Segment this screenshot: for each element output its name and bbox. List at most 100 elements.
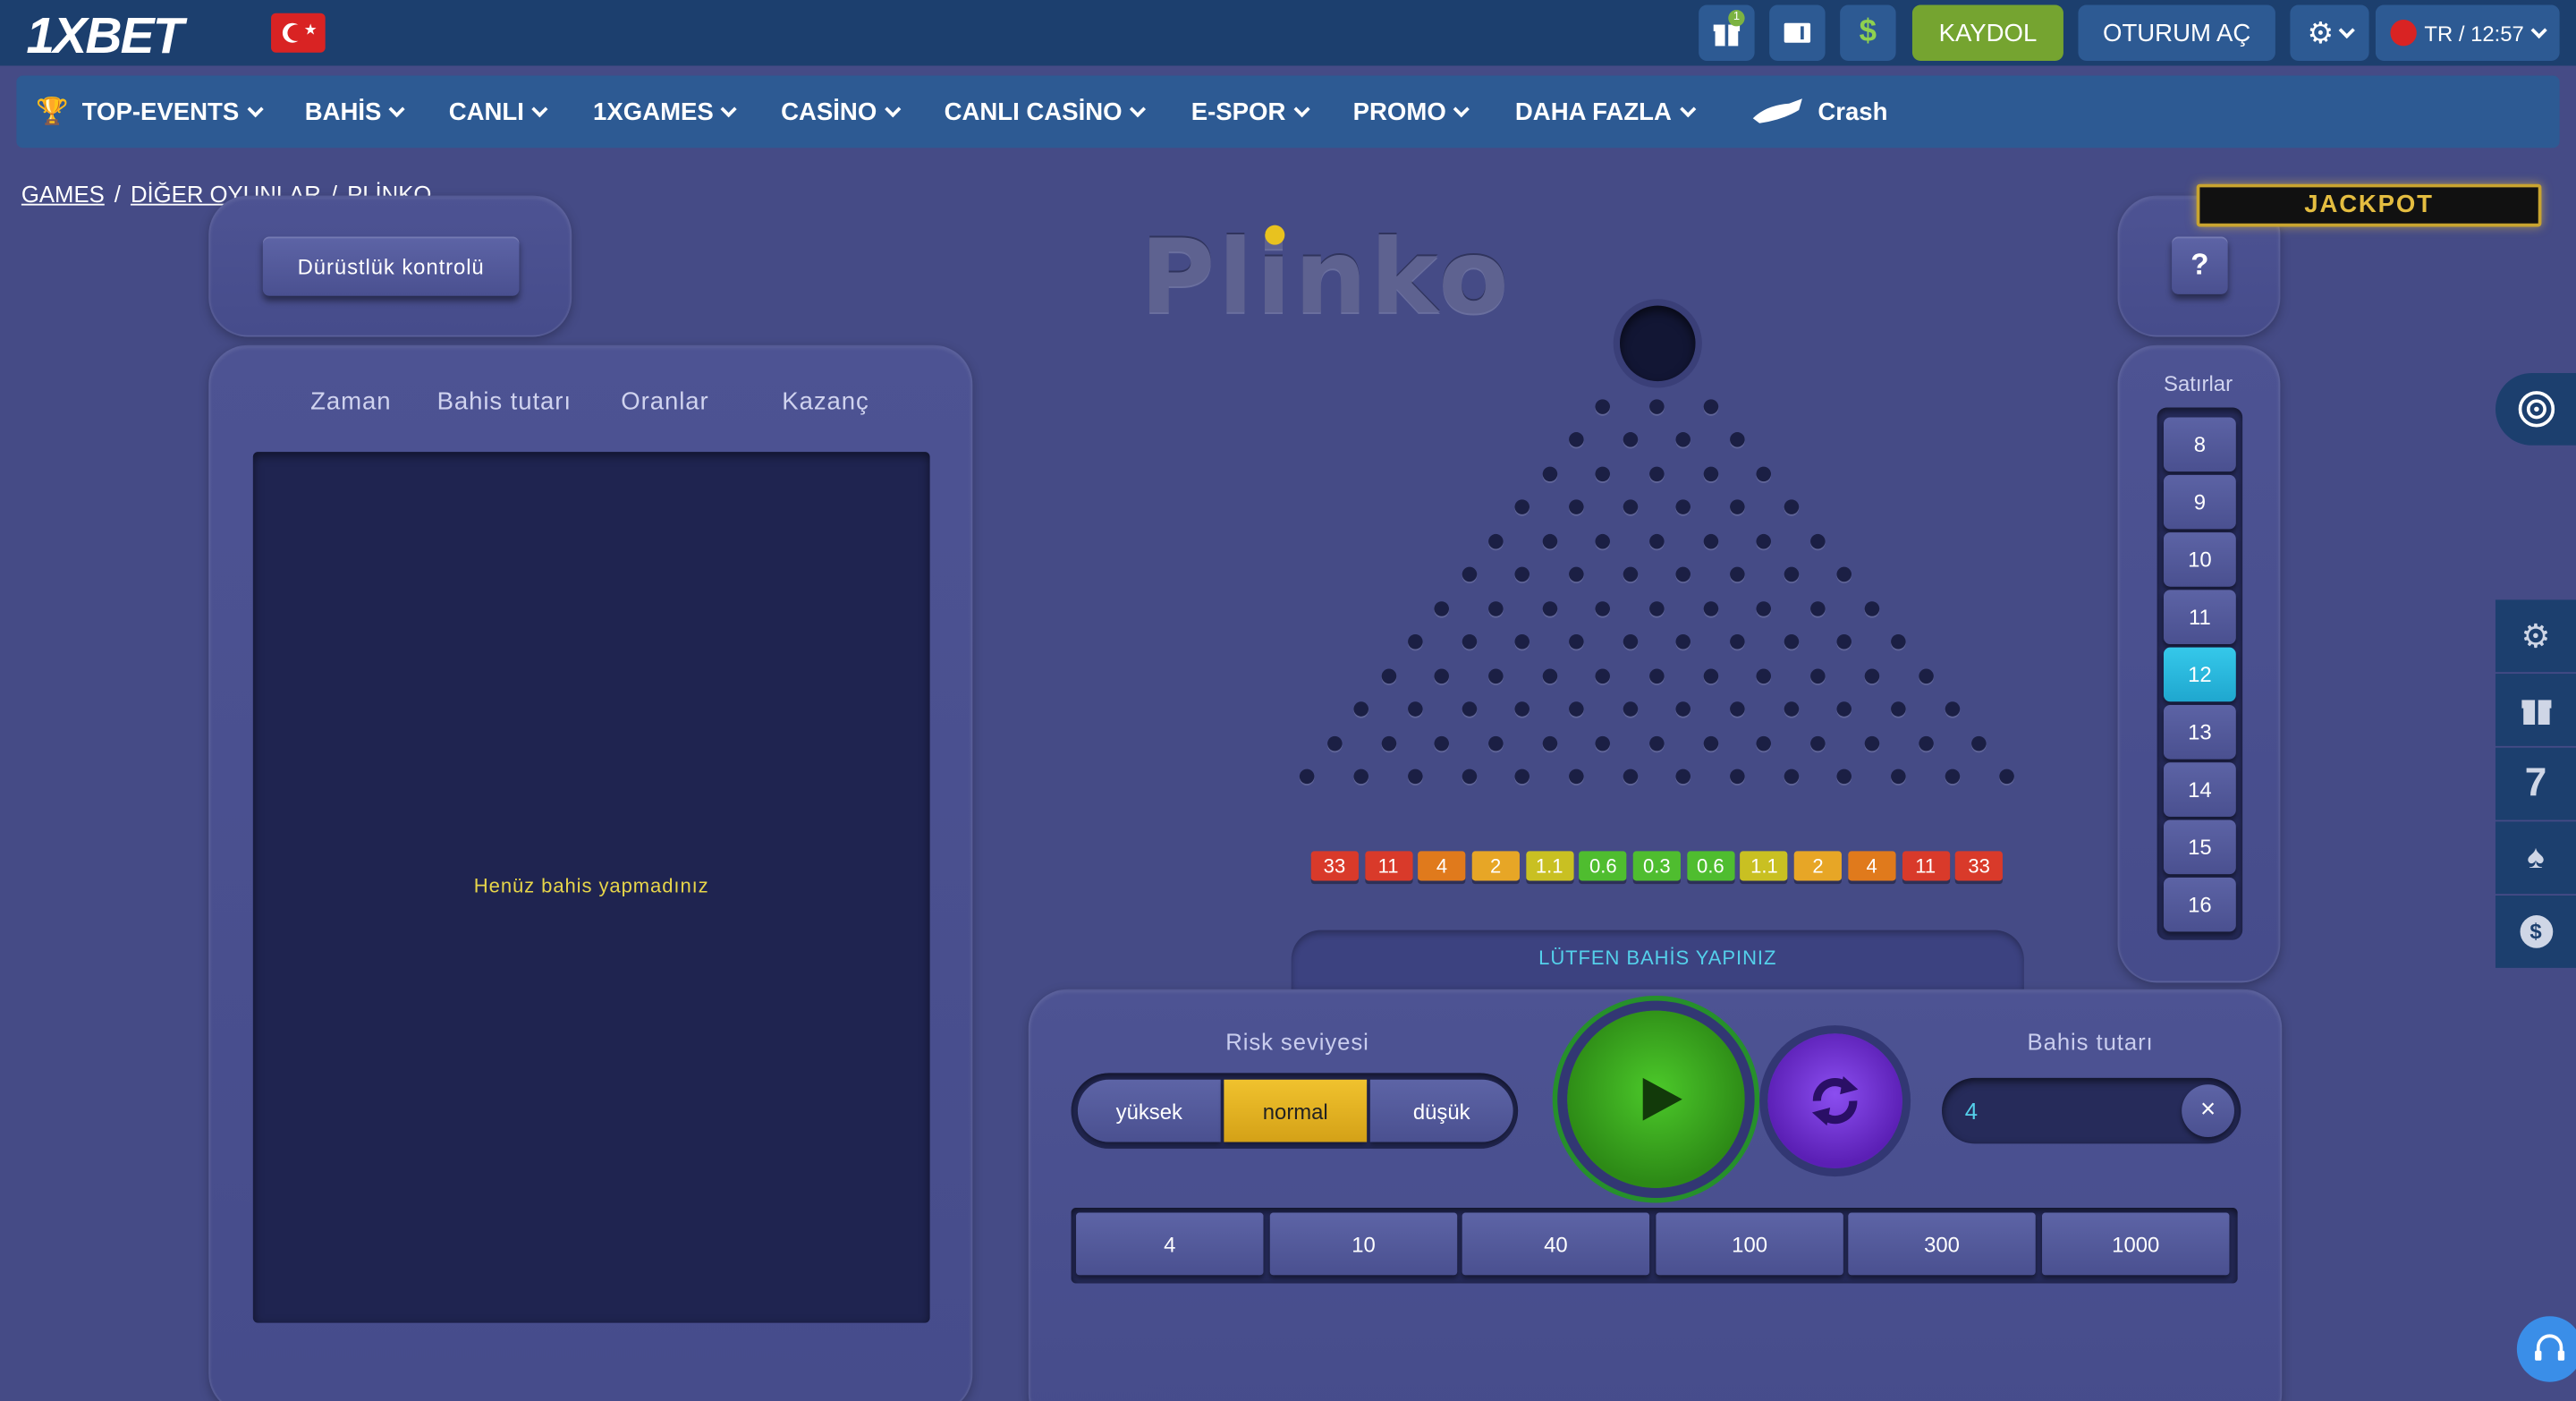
- row-option-12[interactable]: 12: [2163, 647, 2236, 702]
- gift-side-button[interactable]: [2495, 674, 2576, 746]
- peg: [1784, 701, 1799, 717]
- deposit-button[interactable]: $: [1840, 4, 1896, 61]
- language-time-label: TR / 12:57: [2424, 20, 2524, 46]
- peg: [1623, 768, 1638, 785]
- peg: [1730, 701, 1745, 717]
- fairness-check-button[interactable]: Dürüstlük kontrolü: [262, 236, 520, 296]
- peg: [1568, 633, 1584, 650]
- peg: [1487, 667, 1504, 684]
- peg: [1703, 533, 1718, 548]
- peg: [1514, 633, 1530, 650]
- peg: [1623, 432, 1638, 447]
- dollar-side-button[interactable]: $: [2495, 896, 2576, 968]
- quick-bet-10[interactable]: 10: [1269, 1212, 1458, 1276]
- risk-normal-button[interactable]: normal: [1224, 1079, 1368, 1142]
- peg: [1300, 768, 1316, 785]
- brand-logo[interactable]: 1XBET: [26, 6, 183, 65]
- peg: [1541, 465, 1557, 481]
- language-time-button[interactable]: TR / 12:57: [2375, 4, 2560, 61]
- nav-1xgames[interactable]: 1XGAMES: [593, 98, 738, 126]
- peg: [1703, 667, 1718, 684]
- chevron-down-icon: [1453, 100, 1470, 117]
- row-option-16[interactable]: 16: [2163, 877, 2236, 932]
- refresh-icon: [1811, 1076, 1859, 1126]
- lucky-seven-side-button[interactable]: 7: [2495, 747, 2576, 820]
- bet-amount-input[interactable]: 4 ×: [1942, 1077, 2241, 1144]
- peg: [1380, 734, 1396, 751]
- target-icon: [2517, 391, 2555, 428]
- peg: [1623, 499, 1638, 514]
- row-option-9[interactable]: 9: [2163, 474, 2236, 530]
- tickets-button[interactable]: [1769, 4, 1826, 61]
- peg: [1568, 432, 1584, 447]
- spade-icon: ♠: [2527, 838, 2545, 876]
- multiplier-slot: 1.1: [1525, 851, 1573, 881]
- multiplier-slot: 1.1: [1740, 851, 1789, 881]
- nav-canli[interactable]: CANLI: [448, 98, 548, 126]
- game-title: Plinko: [1140, 217, 1513, 337]
- nav-label: CANLI: [448, 98, 524, 126]
- chevron-down-icon: [246, 100, 263, 117]
- peg: [1461, 768, 1477, 785]
- peg: [1596, 600, 1611, 616]
- risk-high-button[interactable]: yüksek: [1077, 1079, 1221, 1142]
- settings-button[interactable]: ⚙: [2290, 4, 2369, 61]
- peg: [1623, 633, 1638, 650]
- play-button[interactable]: [1567, 1010, 1745, 1188]
- nav-crash[interactable]: Crash: [1749, 96, 1887, 129]
- row-option-13[interactable]: 13: [2163, 704, 2236, 760]
- row-option-8[interactable]: 8: [2163, 417, 2236, 472]
- login-button[interactable]: OTURUM AÇ: [2078, 4, 2275, 61]
- history-column-time: Zaman: [310, 387, 392, 416]
- nav-daha-fazla[interactable]: DAHA FAZLA: [1515, 98, 1696, 126]
- nav-label: 1XGAMES: [593, 98, 714, 126]
- nav-bahis[interactable]: BAHİS: [305, 98, 405, 126]
- poker-side-button[interactable]: ♠: [2495, 821, 2576, 895]
- multiplier-slot: 33: [1955, 851, 2004, 881]
- row-option-15[interactable]: 15: [2163, 819, 2236, 875]
- settings-side-button[interactable]: ⚙: [2495, 599, 2576, 673]
- peg: [1918, 734, 1933, 751]
- peg: [1568, 499, 1584, 514]
- multiplier-slot: 33: [1310, 851, 1359, 881]
- ticket-icon: [1784, 22, 1811, 43]
- peg: [1353, 701, 1369, 717]
- quick-bet-300[interactable]: 300: [1848, 1212, 2036, 1276]
- help-button[interactable]: ?: [2172, 236, 2228, 294]
- nav-promo[interactable]: PROMO: [1353, 98, 1470, 126]
- multiplier-slot: 0.3: [1632, 851, 1681, 881]
- gift-button[interactable]: 1: [1699, 4, 1755, 61]
- peg: [1568, 701, 1584, 717]
- peg: [1918, 667, 1933, 684]
- nav-e-spor[interactable]: E-SPOR: [1191, 98, 1309, 126]
- row-option-10[interactable]: 10: [2163, 532, 2236, 587]
- nav-canli-casino[interactable]: CANLI CASİNO: [945, 98, 1147, 126]
- gear-icon: ⚙: [2307, 15, 2334, 49]
- quick-bet-100[interactable]: 100: [1656, 1212, 1843, 1276]
- row-option-14[interactable]: 14: [2163, 762, 2236, 817]
- support-chat-button[interactable]: [2516, 1316, 2576, 1382]
- risk-low-button[interactable]: düşük: [1369, 1079, 1513, 1142]
- nav-top-events[interactable]: 🏆 TOP-EVENTS: [36, 96, 263, 129]
- jackpot-banner[interactable]: JACKPOT: [2196, 183, 2542, 227]
- quick-bet-4[interactable]: 4: [1076, 1212, 1264, 1276]
- rows-title: Satırlar: [2164, 371, 2233, 396]
- register-button[interactable]: KAYDOL: [1911, 4, 2063, 61]
- target-side-button[interactable]: [2495, 372, 2576, 446]
- multiplier-slot: 11: [1364, 851, 1412, 881]
- history-table[interactable]: Henüz bahis yapmadınız: [252, 452, 930, 1323]
- row-option-11[interactable]: 11: [2163, 590, 2236, 644]
- peg: [1676, 701, 1691, 717]
- quick-bet-1000[interactable]: 1000: [2042, 1212, 2230, 1276]
- autoplay-button[interactable]: [1767, 1033, 1902, 1168]
- peg: [1676, 768, 1691, 785]
- breadcrumb-games[interactable]: GAMES: [21, 181, 105, 207]
- nav-label: Crash: [1818, 98, 1888, 126]
- quick-bet-40[interactable]: 40: [1462, 1212, 1650, 1276]
- gift-icon: [2521, 700, 2551, 725]
- risk-level-label: Risk seviyesi: [1225, 1028, 1369, 1056]
- multiplier-slot: 2: [1793, 851, 1843, 881]
- clear-bet-button[interactable]: ×: [2182, 1084, 2234, 1138]
- turkey-flag-icon: ★: [271, 13, 326, 53]
- nav-casino[interactable]: CASİNO: [781, 98, 901, 126]
